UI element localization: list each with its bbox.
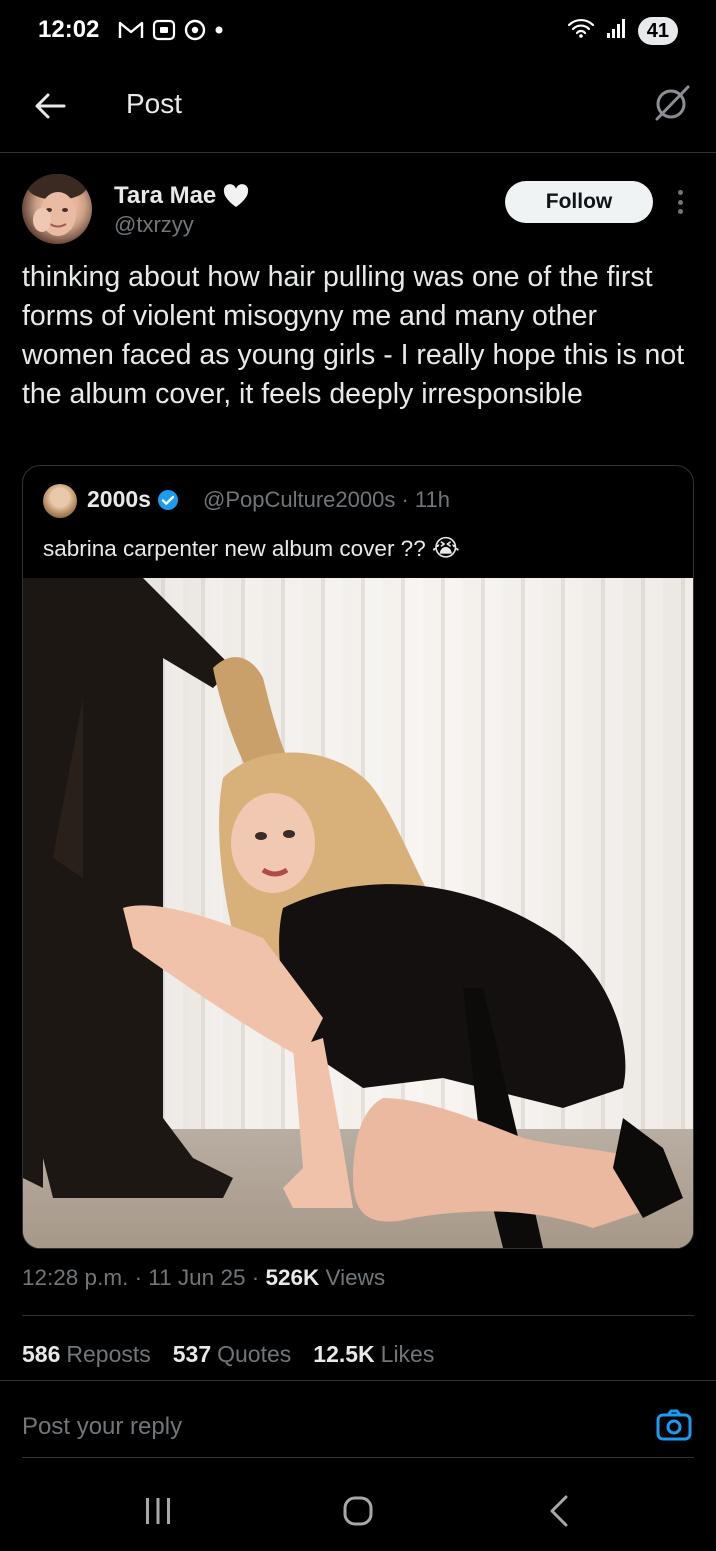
divider [22, 1315, 694, 1316]
home-button[interactable] [343, 1496, 373, 1526]
author-avatar[interactable] [22, 174, 92, 244]
status-icons [118, 19, 224, 41]
quoted-handle-time: @PopCulture2000s · 11h [203, 487, 450, 512]
quotes-count: 537 [172, 1341, 212, 1367]
recents-icon [146, 1498, 170, 1524]
reposts-label: Reposts [66, 1341, 151, 1367]
quoted-post[interactable]: 2000s @PopCulture2000s · 11h sabrina car… [22, 465, 694, 1249]
grok-button[interactable] [652, 83, 692, 123]
quoted-name-label: 2000s [87, 486, 151, 512]
quotes-label: Quotes [217, 1341, 292, 1367]
back-button[interactable] [30, 86, 70, 126]
author-name[interactable]: Tara Mae [114, 182, 250, 210]
likes-stat[interactable]: 12.5K Likes [313, 1341, 434, 1368]
chevron-left-icon [550, 1495, 568, 1527]
likes-count: 12.5K [313, 1341, 375, 1367]
quoted-text-label: sabrina carpenter new album cover ?? [43, 535, 426, 561]
quoted-media-image[interactable] [23, 578, 693, 1248]
signal-icon [606, 17, 628, 44]
home-icon [343, 1496, 373, 1526]
white-heart-icon [224, 184, 249, 207]
author-name-label: Tara Mae [114, 182, 217, 209]
status-right: 41 [566, 16, 678, 45]
gmail-icon [118, 20, 144, 40]
more-dot [677, 209, 683, 214]
more-options-button[interactable] [668, 186, 692, 218]
post-meta: 12:28 p.m. · 11 Jun 25 · 526K Views [22, 1265, 385, 1291]
verified-badge-icon [157, 489, 178, 510]
wifi-icon [566, 16, 596, 45]
divider [0, 1380, 716, 1381]
author-handle[interactable]: @txrzyy [114, 212, 194, 238]
views-label: Views [319, 1265, 386, 1290]
quotes-stat[interactable]: 537 Quotes [173, 1341, 292, 1368]
quoted-avatar [43, 484, 77, 518]
more-dot [677, 190, 683, 195]
photo-illustration [23, 578, 683, 1248]
divider [22, 1457, 694, 1458]
grok-icon [655, 85, 690, 121]
engagement-stats: 586 Reposts 537 Quotes 12.5K Likes [22, 1341, 434, 1368]
reply-input[interactable] [22, 1405, 622, 1449]
recent-apps-button[interactable] [144, 1496, 172, 1526]
quoted-text: sabrina carpenter new album cover ?? 😭 [43, 534, 460, 563]
screenshot-icon [152, 19, 176, 41]
arrow-left-icon [35, 93, 66, 119]
system-back-button[interactable] [548, 1494, 570, 1528]
views-count: 526K [265, 1265, 320, 1290]
reposts-count: 586 [22, 1341, 61, 1367]
post-text: thinking about how hair pulling was one … [22, 261, 685, 410]
post-time-date: 12:28 p.m. · 11 Jun 25 · [22, 1265, 266, 1290]
page-title: Post [126, 88, 183, 119]
battery-indicator: 41 [637, 16, 678, 45]
header-divider [0, 152, 716, 153]
likes-label: Likes [380, 1341, 435, 1367]
camera-icon [656, 1409, 692, 1441]
camera-button[interactable] [656, 1408, 692, 1442]
more-dot [677, 199, 683, 205]
quoted-author-name: 2000s [87, 486, 179, 513]
chrome-icon [184, 19, 206, 41]
follow-button[interactable]: Follow [505, 181, 653, 223]
reposts-stat[interactable]: 586 Reposts [22, 1341, 151, 1368]
status-time: 12:02 [38, 16, 100, 43]
dot-icon [214, 25, 224, 35]
crying-emoji: 😭 [431, 535, 460, 562]
